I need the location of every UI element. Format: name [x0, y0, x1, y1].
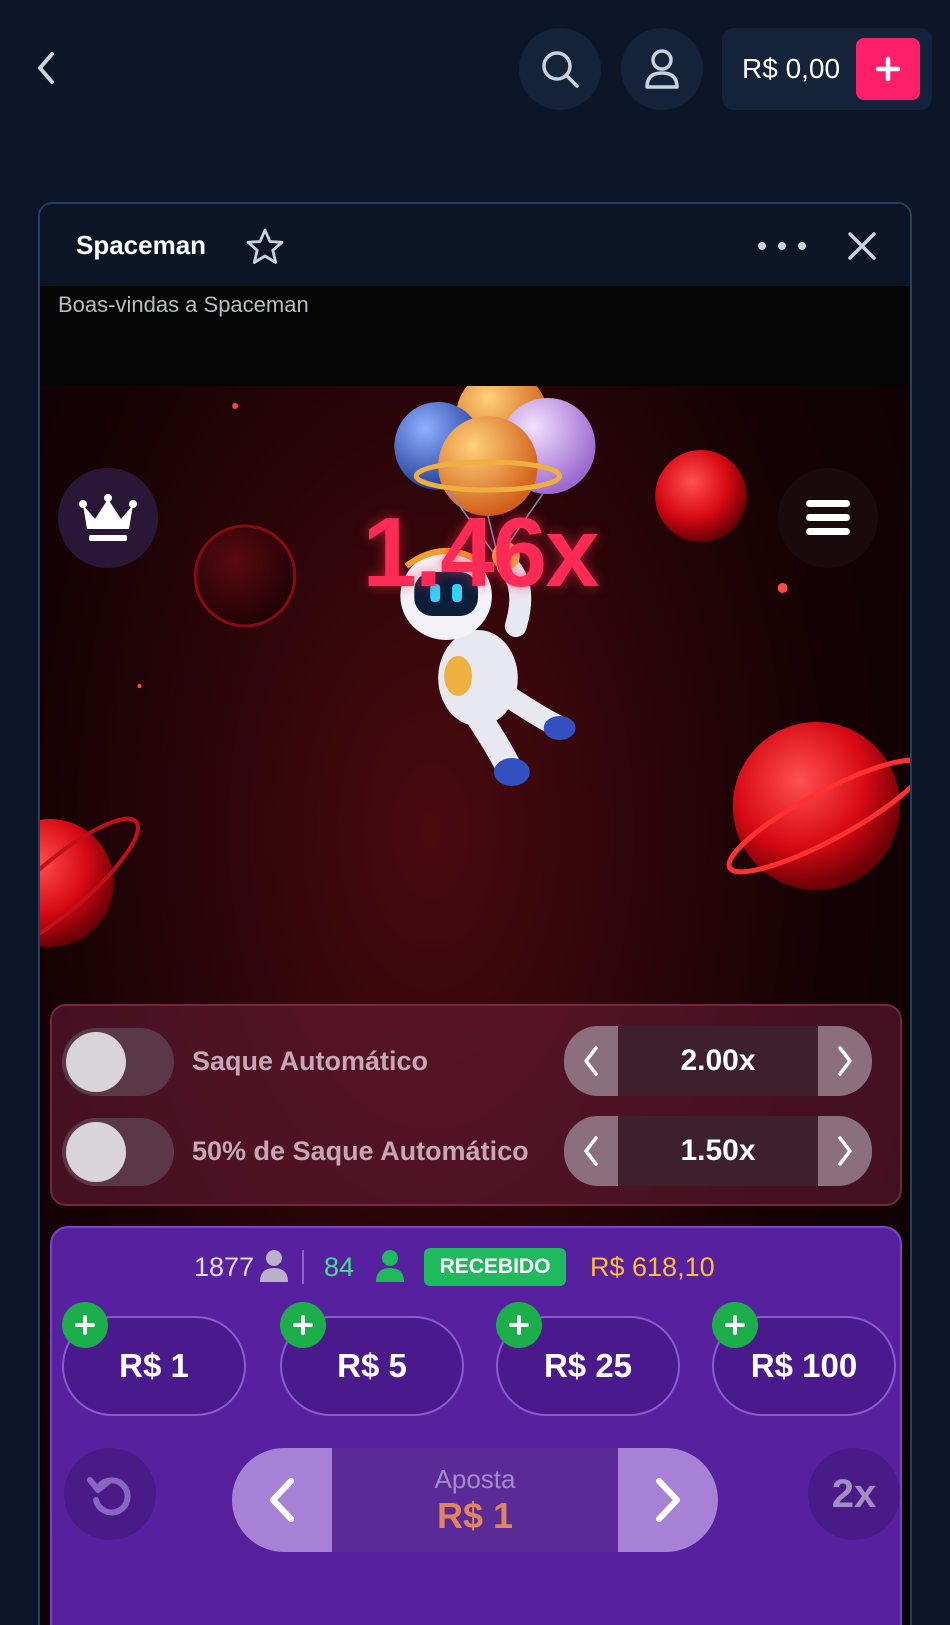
- plus-icon: [62, 1302, 108, 1348]
- half-auto-cashout-toggle[interactable]: [62, 1118, 174, 1186]
- bet-amount-display: Aposta R$ 1: [332, 1448, 618, 1552]
- plus-icon: [496, 1302, 542, 1348]
- plus-icon: [712, 1302, 758, 1348]
- players-icon: [260, 1250, 288, 1282]
- chevron-right-icon: [838, 1136, 852, 1166]
- close-icon[interactable]: [840, 224, 884, 268]
- crown-icon: [79, 494, 137, 541]
- welcome-text: Boas-vindas a Spaceman: [58, 292, 309, 317]
- quick-bet-button[interactable]: R$ 25: [496, 1302, 680, 1416]
- bet-amount-stepper: Aposta R$ 1: [232, 1448, 718, 1552]
- auto-cashout-row: Saque Automático 2.00x: [52, 1016, 900, 1106]
- top-bar: R$ 0,00: [0, 0, 950, 140]
- received-badge: RECEBIDO: [424, 1248, 566, 1286]
- crown-button[interactable]: [58, 468, 158, 568]
- auto-cashout-value: 2.00x: [618, 1026, 818, 1096]
- received-amount: R$ 618,10: [590, 1252, 715, 1282]
- double-bet-button[interactable]: 2x: [808, 1448, 900, 1540]
- chevron-right-icon: [656, 1478, 680, 1522]
- divider: [302, 1250, 304, 1284]
- decrease-button[interactable]: [564, 1116, 618, 1186]
- chevron-left-icon: [270, 1478, 294, 1522]
- bet-controls: Aposta R$ 1 2x: [52, 1448, 900, 1558]
- toggle-knob: [66, 1032, 126, 1092]
- half-auto-cashout-value: 1.50x: [618, 1116, 818, 1186]
- quick-bet-button[interactable]: R$ 1: [62, 1302, 246, 1416]
- auto-cashout-toggle[interactable]: [62, 1028, 174, 1096]
- search-icon: [542, 51, 579, 88]
- more-icon[interactable]: [758, 232, 806, 260]
- user-icon: [645, 49, 679, 89]
- plus-icon: [280, 1302, 326, 1348]
- menu-icon: [806, 500, 850, 535]
- plus-icon: [875, 56, 901, 82]
- half-auto-cashout-label: 50% de Saque Automático: [192, 1136, 529, 1166]
- balance-amount: R$ 0,00: [742, 53, 841, 84]
- increase-button[interactable]: [818, 1026, 872, 1096]
- players-count: 1877: [194, 1252, 255, 1282]
- deposit-button[interactable]: [856, 38, 920, 100]
- auto-cashout-label: Saque Automático: [192, 1046, 429, 1076]
- chevron-left-icon: [584, 1136, 598, 1166]
- toggle-knob: [66, 1122, 126, 1182]
- bet-value: R$ 1: [436, 1494, 514, 1536]
- chevron-left-icon: [38, 52, 54, 84]
- balance-box: R$ 0,00: [722, 28, 932, 110]
- decrease-bet-button[interactable]: [232, 1448, 332, 1552]
- increase-button[interactable]: [818, 1116, 872, 1186]
- game-header: Spaceman: [40, 204, 910, 286]
- half-auto-cashout-stepper: 1.50x: [564, 1116, 872, 1186]
- back-button[interactable]: [28, 48, 64, 88]
- current-multiplier: 1.46x: [362, 497, 599, 607]
- decrease-button[interactable]: [564, 1026, 618, 1096]
- game-title: Spaceman: [76, 230, 207, 260]
- bet-label: Aposta: [434, 1463, 516, 1494]
- auto-cashout-panel: Saque Automático 2.00x 50% de Saque Auto…: [50, 1004, 902, 1206]
- star-icon[interactable]: [244, 226, 286, 268]
- undo-button[interactable]: [64, 1448, 156, 1540]
- winners-count: 84: [324, 1252, 355, 1282]
- quick-bet-button[interactable]: R$ 5: [280, 1302, 464, 1416]
- menu-button[interactable]: [778, 468, 878, 568]
- game-panel: Spaceman Boas-vindas a Spaceman 1.46x Sa…: [38, 202, 912, 1625]
- bet-panel: 1877 84 RECEBIDO R$ 618,10 R$ 1 R$ 5 R$ …: [50, 1226, 902, 1625]
- auto-cashout-stepper: 2.00x: [564, 1026, 872, 1096]
- profile-button[interactable]: [621, 28, 703, 110]
- search-button[interactable]: [519, 28, 601, 110]
- chevron-right-icon: [838, 1046, 852, 1076]
- undo-icon: [87, 1477, 131, 1516]
- chevron-left-icon: [584, 1046, 598, 1076]
- half-auto-cashout-row: 50% de Saque Automático 1.50x: [52, 1106, 900, 1196]
- game-area: Boas-vindas a Spaceman 1.46x Saque Autom…: [40, 286, 910, 1625]
- round-stats: 1877 84 RECEBIDO R$ 618,10: [52, 1248, 900, 1288]
- winners-icon: [376, 1250, 404, 1282]
- quick-bet-button[interactable]: R$ 100: [712, 1302, 896, 1416]
- increase-bet-button[interactable]: [618, 1448, 718, 1552]
